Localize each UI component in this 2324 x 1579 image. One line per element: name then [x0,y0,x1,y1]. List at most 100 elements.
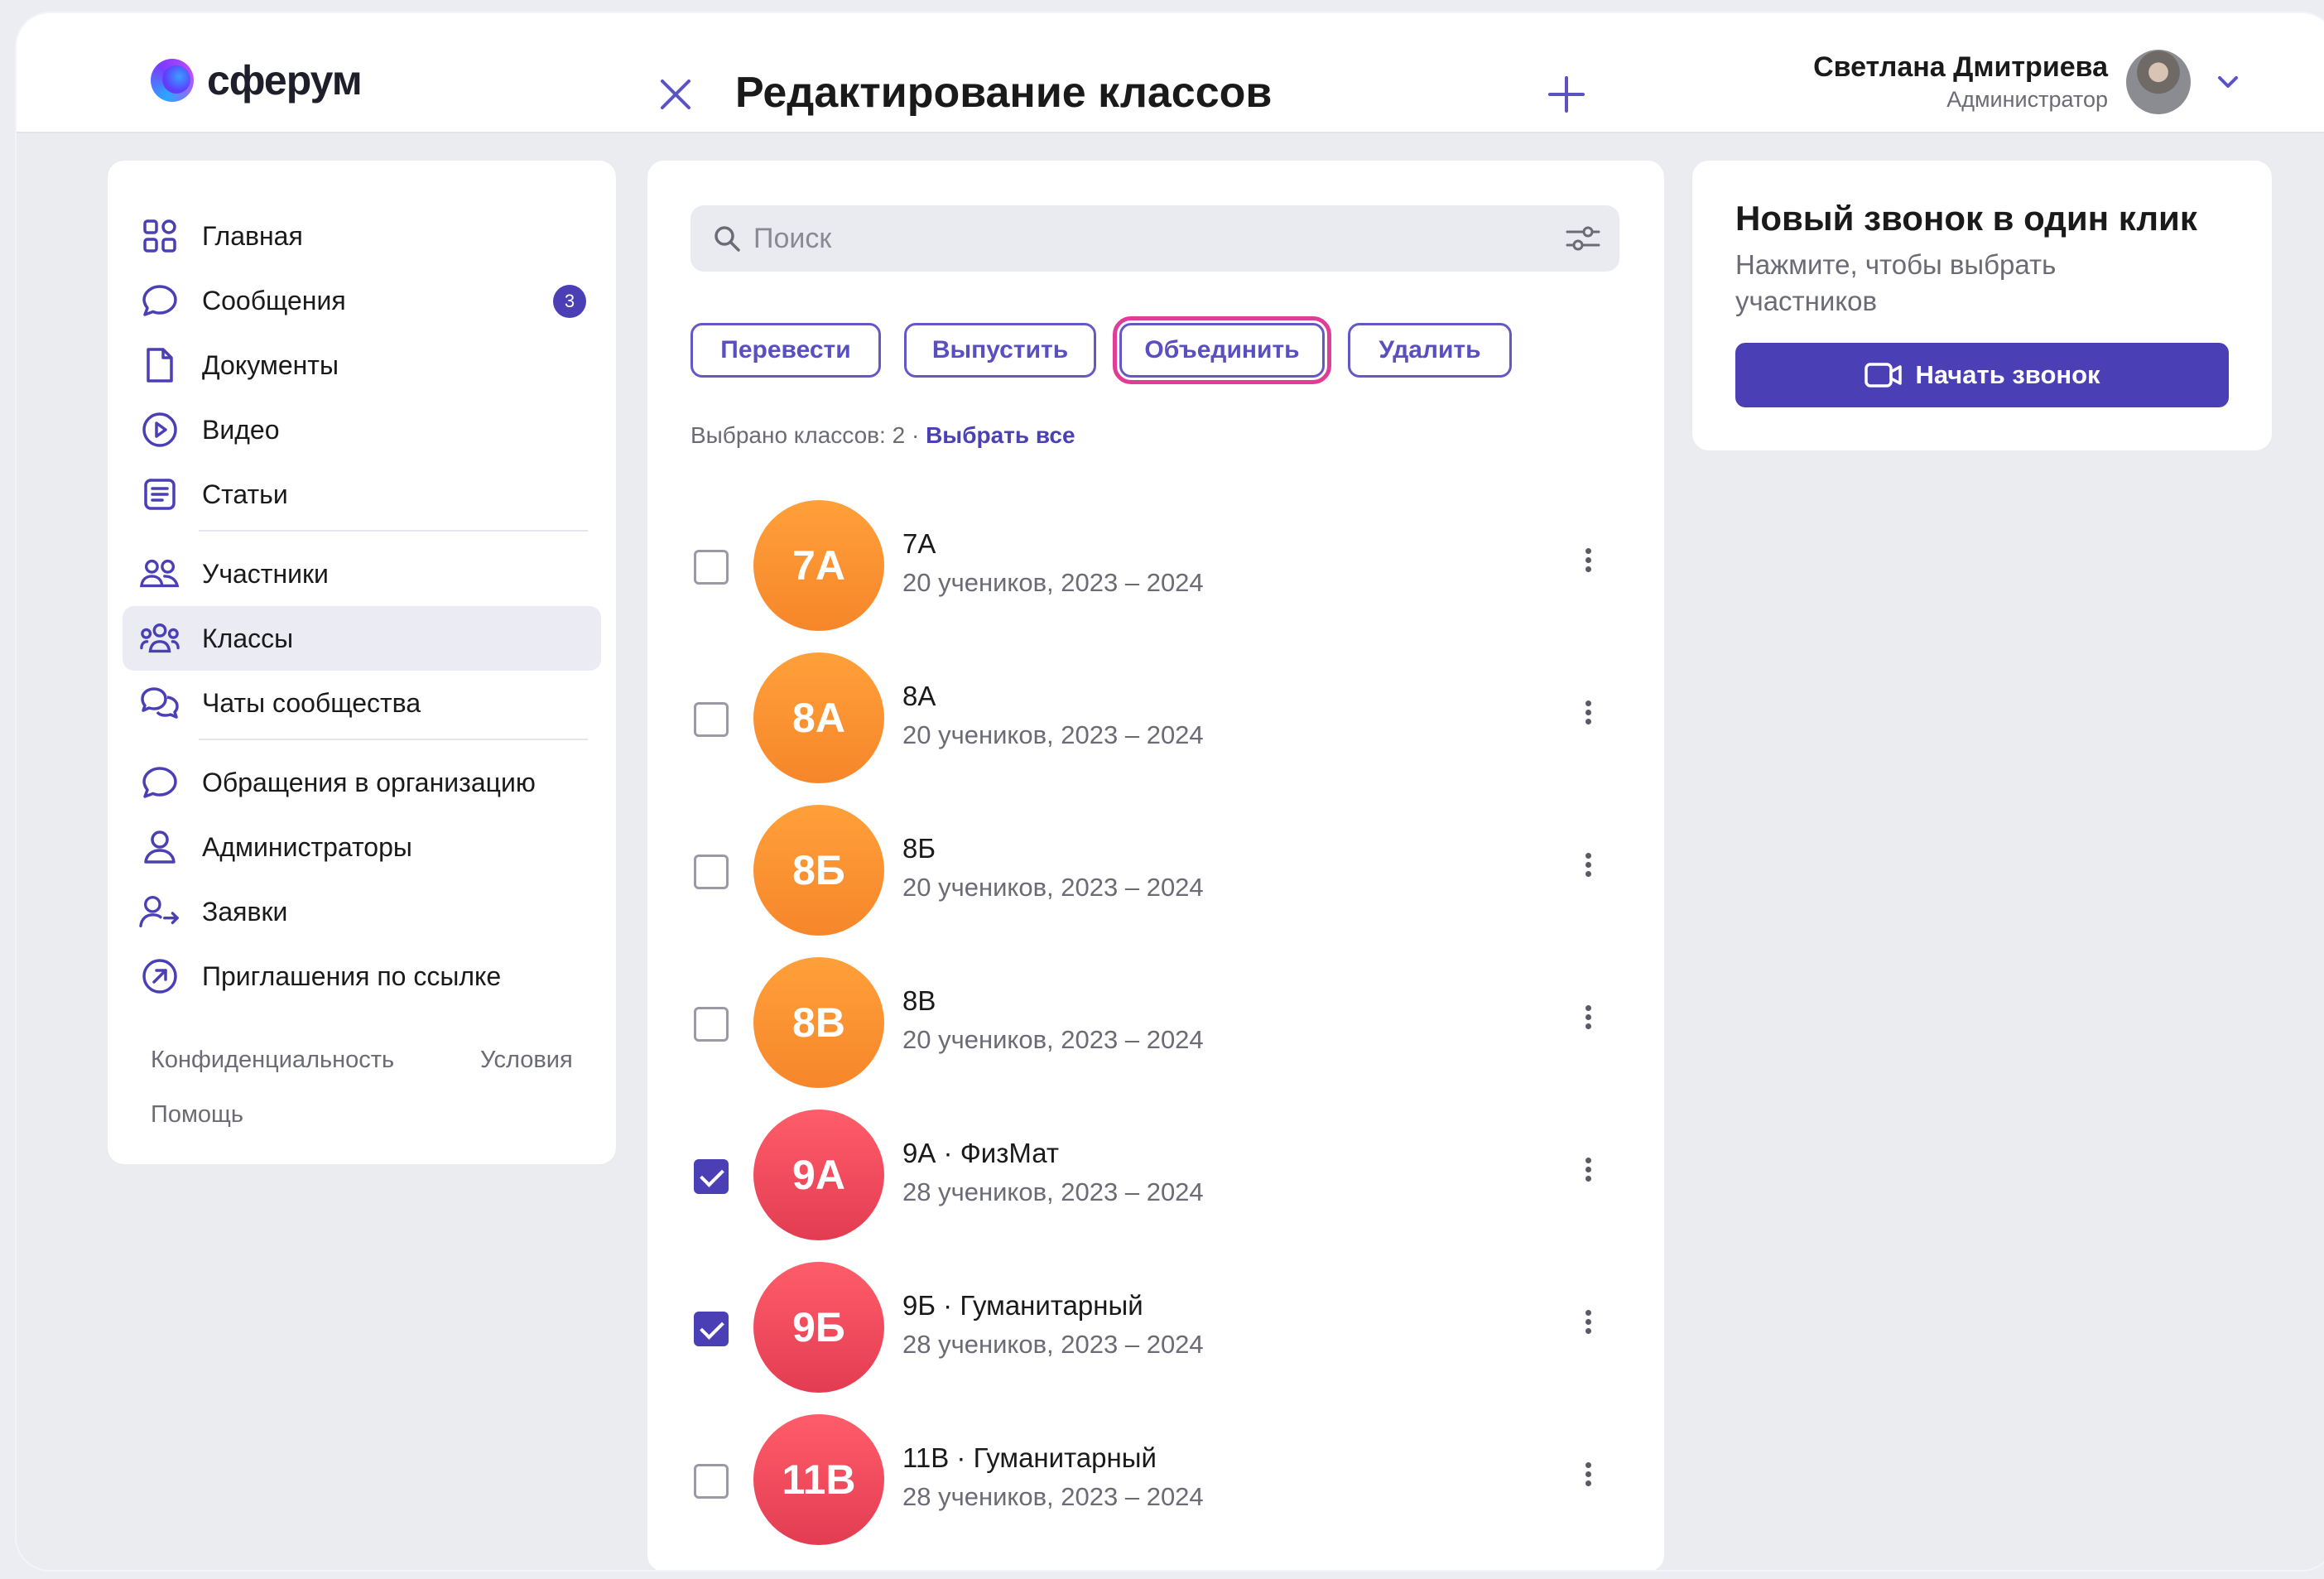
classes-panel: Перевести Выпустить Объединить Удалить В… [647,161,1664,1570]
logo-text: сферум [207,57,363,104]
merge-button[interactable]: Объединить [1113,316,1331,384]
selection-summary: Выбрано классов: 2 · Выбрать все [690,422,1075,449]
class-avatar: 8В [753,957,884,1088]
avatar[interactable] [2126,50,2191,114]
user-info: Светлана Дмитриева Администратор [1813,51,2108,113]
sidebar-item-video[interactable]: Видео [123,397,601,462]
more-vertical-icon[interactable] [1580,1459,1596,1500]
class-checkbox[interactable] [694,1464,729,1499]
more-vertical-icon[interactable] [1580,697,1596,739]
app-window: сферум Редактирование классов Светлана Д… [17,13,2324,1570]
class-row[interactable]: 11В 11В · Гуманитарный 28 учеников, 2023… [681,1403,1633,1555]
class-meta: 20 учеников, 2023 – 2024 [902,873,1204,902]
class-avatar: 7А [753,500,884,631]
delete-button[interactable]: Удалить [1348,323,1512,378]
class-checkbox[interactable] [694,550,729,585]
class-avatar: 9А [753,1110,884,1240]
more-vertical-icon[interactable] [1580,545,1596,586]
grid-icon [139,215,180,257]
sidebar-item-org-requests[interactable]: Обращения в организацию [123,750,601,815]
page-title: Редактирование классов [735,69,1273,117]
logo[interactable]: сферум [151,56,363,104]
add-class-icon[interactable] [1545,73,1588,116]
class-checkbox[interactable] [694,702,729,737]
class-meta: 28 учеников, 2023 – 2024 [902,1482,1204,1511]
user-arrow-icon [139,891,180,932]
sidebar-item-label: Чаты сообщества [202,687,421,718]
class-checkbox[interactable] [694,1312,729,1346]
user-menu[interactable]: Светлана Дмитриева Администратор [1813,50,2242,114]
sidebar-item-members[interactable]: Участники [123,542,601,606]
class-row[interactable]: 8В 8В 20 учеников, 2023 – 2024 [681,946,1633,1098]
article-icon [139,474,180,515]
user-name: Светлана Дмитриева [1813,51,2108,83]
top-header: сферум Редактирование классов Светлана Д… [17,13,2324,133]
sidebar-item-label: Сообщения [202,285,346,315]
filter-icon[interactable] [1565,222,1601,255]
class-row[interactable]: 8Б 8Б 20 учеников, 2023 – 2024 [681,793,1633,946]
class-meta: 28 учеников, 2023 – 2024 [902,1177,1204,1206]
select-all-link[interactable]: Выбрать все [926,422,1075,448]
class-avatar: 8А [753,652,884,783]
more-vertical-icon[interactable] [1580,1154,1596,1196]
chevron-down-icon[interactable] [2214,68,2242,96]
call-card-title: Новый звонок в один клик [1735,199,2197,238]
more-vertical-icon[interactable] [1580,1002,1596,1043]
start-call-button[interactable]: Начать звонок [1735,343,2229,407]
transfer-button[interactable]: Перевести [690,323,881,378]
class-avatar: 11В [753,1414,884,1545]
selected-count: Выбрано классов: 2 · [690,422,920,448]
sidebar-item-label: Главная [202,220,303,251]
class-checkbox[interactable] [694,854,729,889]
sidebar-item-articles[interactable]: Статьи [123,462,601,527]
sidebar: Главная Сообщения 3 Документы Видео Стат… [108,161,616,1164]
video-camera-icon [1864,363,1903,388]
sidebar-item-applications[interactable]: Заявки [123,879,601,944]
class-row[interactable]: 9Б 9Б · Гуманитарный 28 учеников, 2023 –… [681,1250,1633,1403]
sidebar-divider [199,739,588,740]
close-icon[interactable] [654,73,697,116]
chat-bubble-icon [139,762,180,803]
call-card-subtitle: Нажмите, чтобы выбрать участников [1735,249,2057,316]
class-row[interactable]: 8А 8А 20 учеников, 2023 – 2024 [681,641,1633,793]
class-row[interactable]: 9А 9А · ФизМат 28 учеников, 2023 – 2024 [681,1098,1633,1250]
class-row[interactable]: 7А 7А 20 учеников, 2023 – 2024 [681,489,1633,641]
user-role: Администратор [1946,87,2108,112]
start-call-label: Начать звонок [1915,360,2100,389]
search-bar[interactable] [690,205,1619,272]
sidebar-item-community-chats[interactable]: Чаты сообщества [123,671,601,735]
class-name: 11В · Гуманитарный [902,1442,1157,1473]
document-icon [139,344,180,386]
sidebar-item-link-invites[interactable]: Приглашения по ссылке [123,944,601,1009]
help-link[interactable]: Помощь [151,1101,243,1129]
sidebar-item-home[interactable]: Главная [123,204,601,268]
sidebar-item-classes[interactable]: Классы [123,606,601,671]
more-vertical-icon[interactable] [1580,1307,1596,1348]
more-vertical-icon[interactable] [1580,850,1596,891]
sidebar-item-documents[interactable]: Документы [123,333,601,397]
class-checkbox[interactable] [694,1007,729,1042]
class-checkbox[interactable] [694,1159,729,1194]
link-arrow-icon [139,956,180,997]
class-meta: 28 учеников, 2023 – 2024 [902,1330,1204,1359]
group-icon [139,618,180,659]
sidebar-item-label: Статьи [202,479,288,509]
sidebar-item-label: Классы [202,623,294,653]
sidebar-item-label: Обращения в организацию [202,767,536,797]
class-avatar: 9Б [753,1262,884,1393]
graduate-button[interactable]: Выпустить [904,323,1096,378]
play-circle-icon [139,409,180,450]
people-icon [139,553,180,595]
class-name: 8Б [902,833,936,864]
sidebar-divider [199,530,588,532]
sidebar-item-label: Администраторы [202,831,412,862]
sidebar-item-admins[interactable]: Администраторы [123,815,601,879]
class-name: 8В [902,985,936,1016]
privacy-link[interactable]: Конфиденциальность [151,1047,394,1074]
sidebar-item-label: Участники [202,558,329,589]
logo-mark-icon [151,59,194,102]
search-input[interactable] [752,221,1500,256]
class-name: 8А [902,681,936,711]
sidebar-item-messages[interactable]: Сообщения 3 [123,268,601,333]
terms-link[interactable]: Условия [480,1047,573,1074]
